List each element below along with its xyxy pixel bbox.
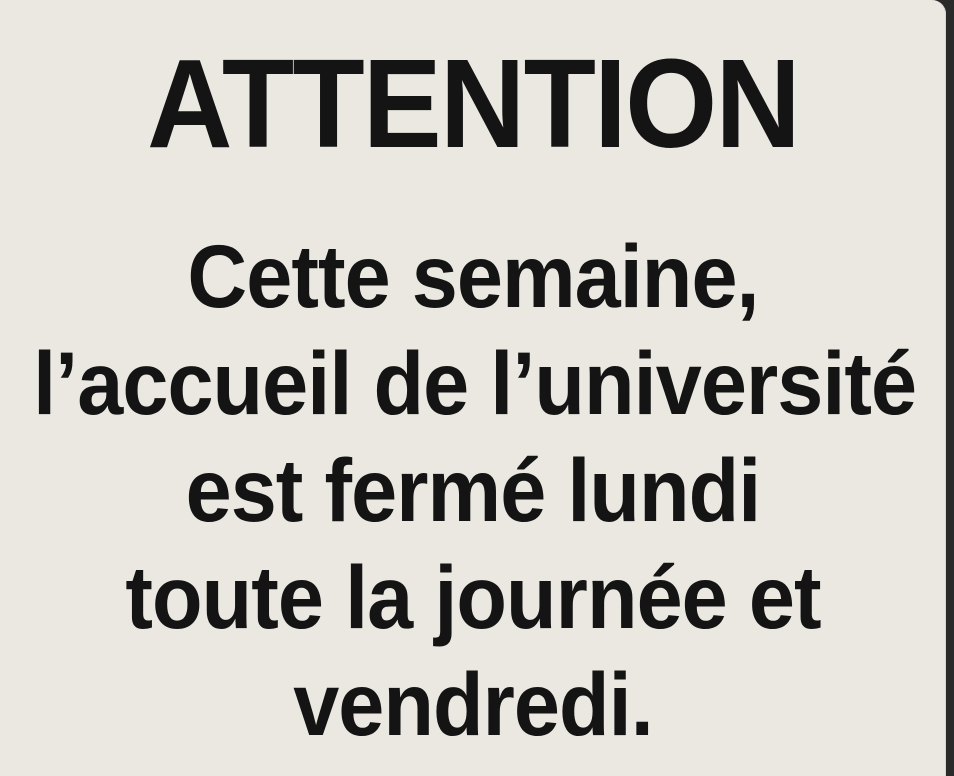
notice-line-5: vendredi. [293,654,654,754]
notice-line-2: l’accueil de l’université [33,333,917,433]
notice-line-1: Cette semaine, [187,226,759,326]
notice-line-3: est fermé lundi [185,440,762,540]
notice-message: Cette semaine, l’accueil de l’université… [0,223,946,758]
notice-sign: ATTENTION Cette semaine, l’accueil de l’… [0,0,946,776]
notice-line-4: toute la journée et [125,547,821,647]
notice-title: ATTENTION [147,33,801,174]
